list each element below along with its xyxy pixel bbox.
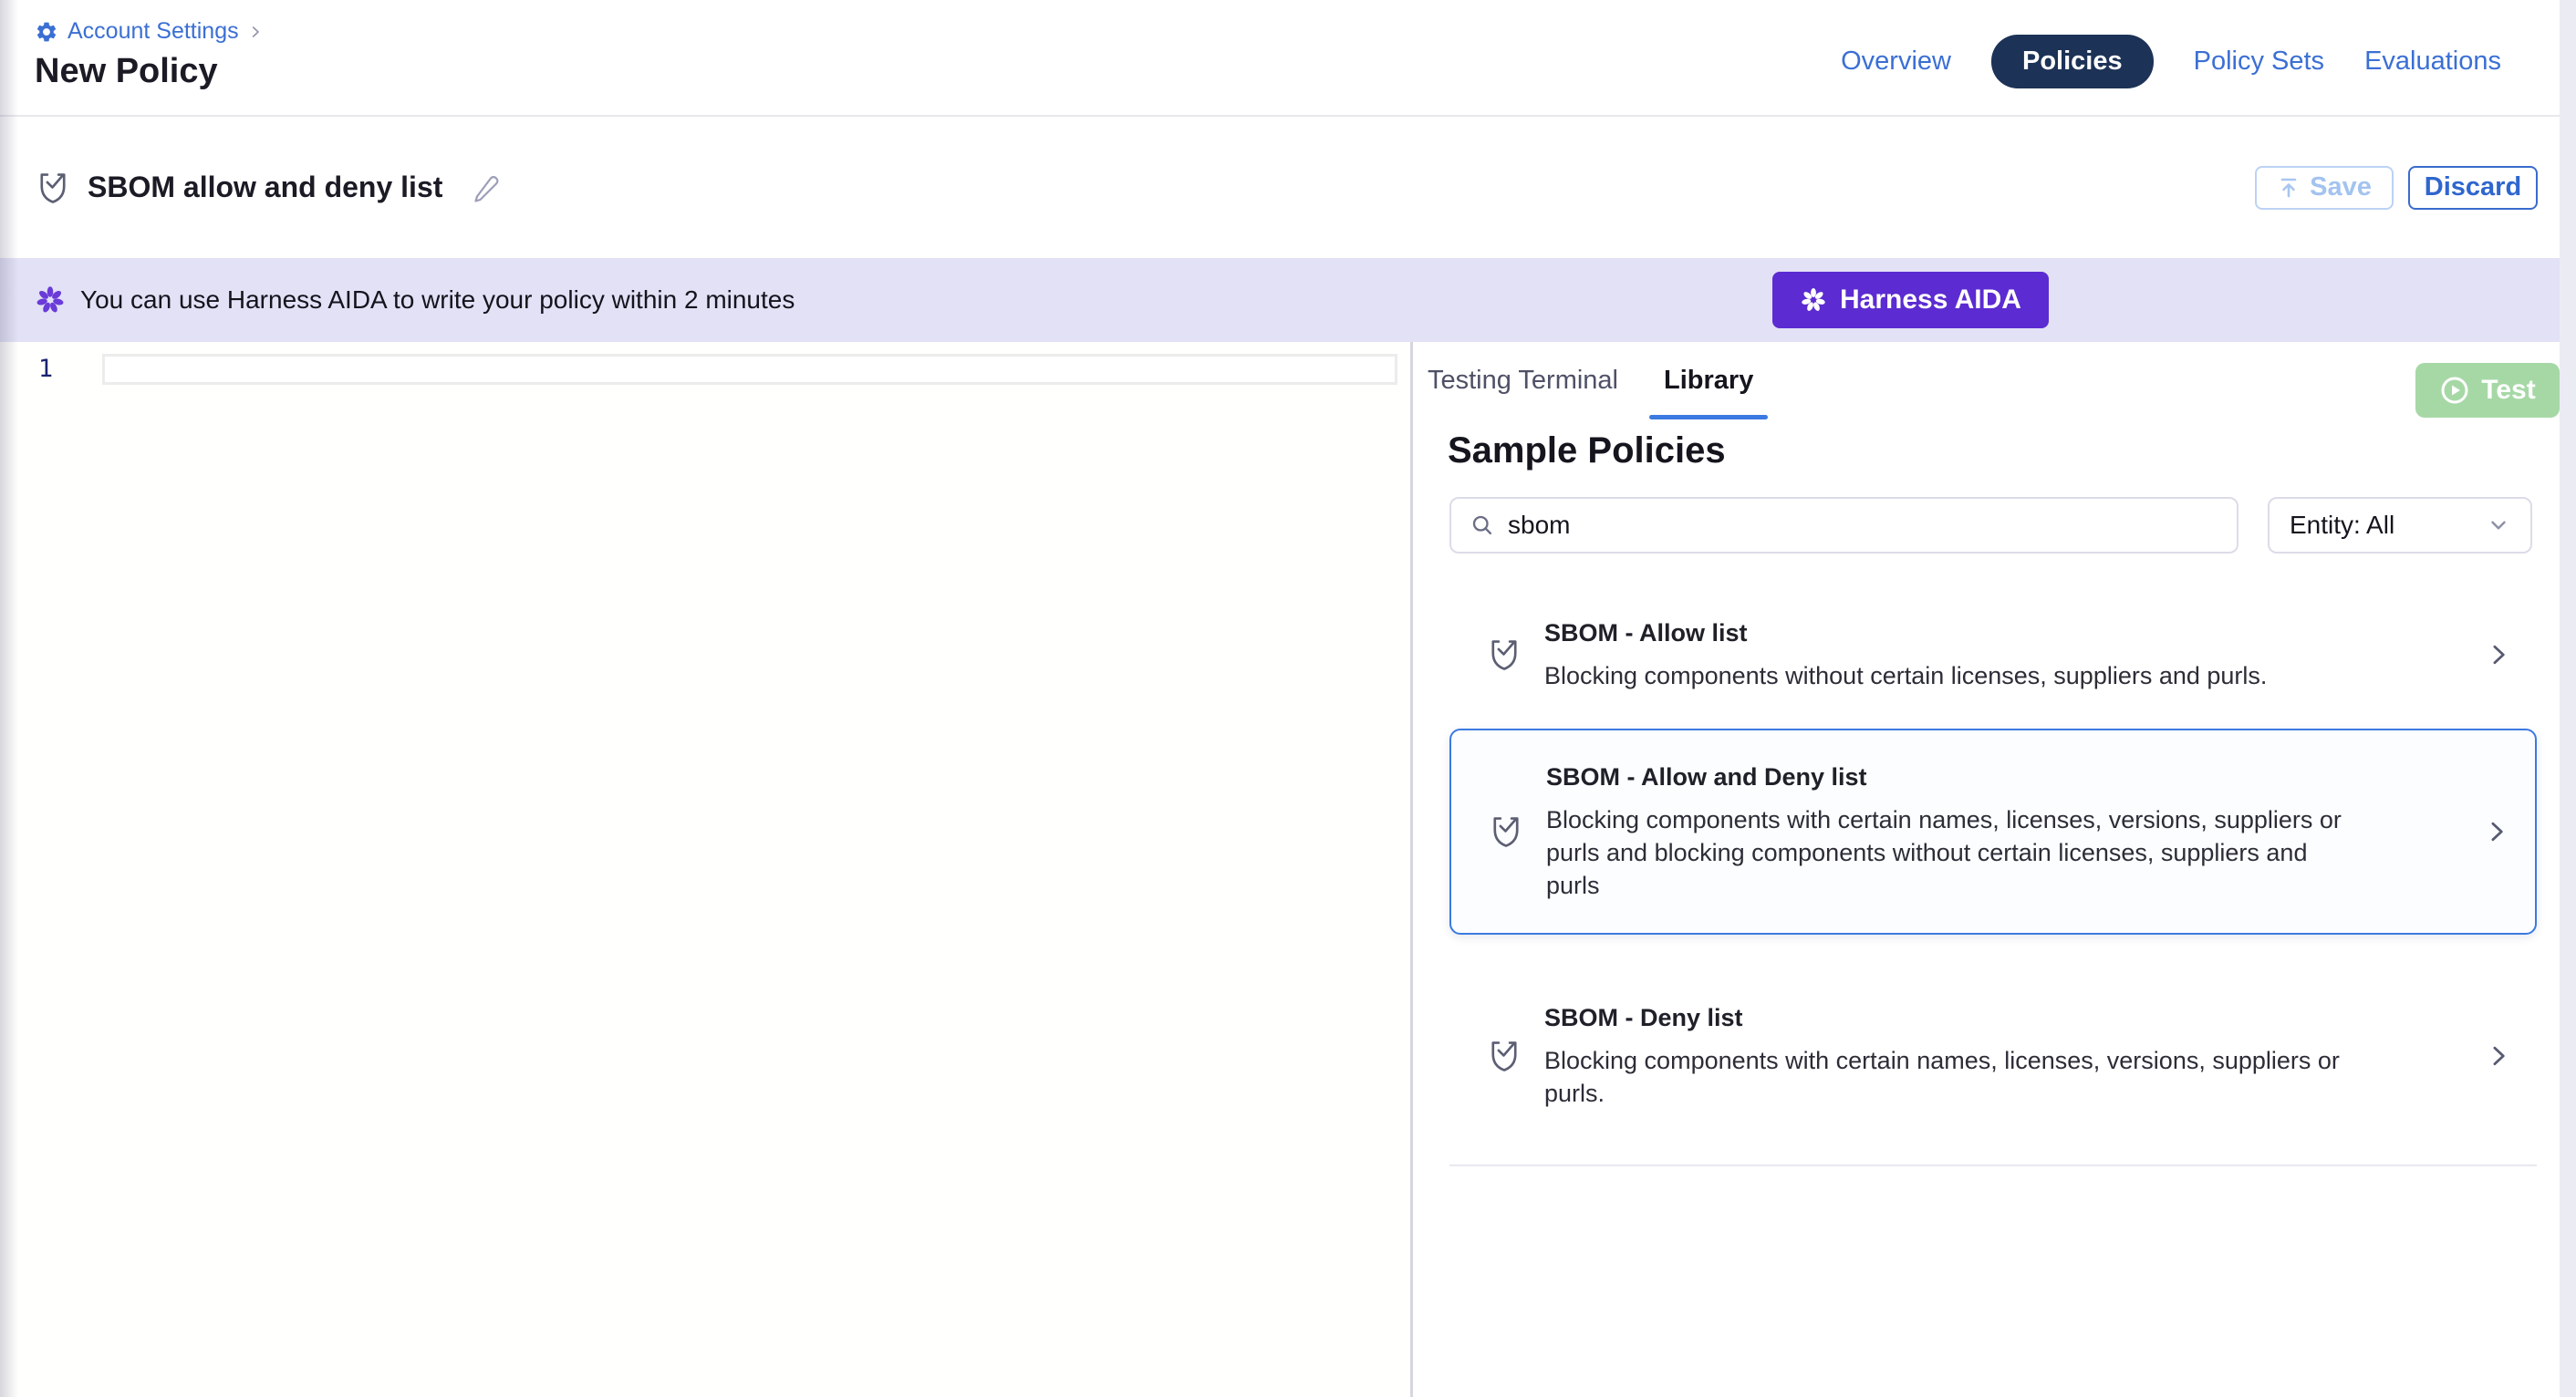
- policy-card-title: SBOM - Deny list: [1544, 1002, 2460, 1033]
- chevron-right-icon[interactable]: [2484, 819, 2509, 844]
- breadcrumb-chevron-icon: [248, 25, 263, 39]
- library-panel: Testing Terminal Library Test Sample Pol…: [1410, 342, 2560, 1397]
- test-button-label: Test: [2481, 375, 2535, 406]
- harness-aida-button[interactable]: Harness AIDA: [1772, 272, 2049, 328]
- discard-button[interactable]: Discard: [2408, 166, 2538, 210]
- policy-card-text: SBOM - Allow and Deny list Blocking comp…: [1546, 761, 2458, 902]
- policy-bar-actions: Save Discard: [2255, 166, 2538, 210]
- page-header: Account Settings New Policy Overview Pol…: [0, 0, 2576, 117]
- play-circle-icon: [2439, 375, 2470, 406]
- card-list-divider: [1449, 1164, 2537, 1166]
- nav-item-evaluations[interactable]: Evaluations: [2364, 47, 2501, 77]
- nav-item-policy-sets[interactable]: Policy Sets: [2194, 47, 2324, 77]
- top-nav: Overview Policies Policy Sets Evaluation…: [1841, 35, 2501, 88]
- chevron-right-icon[interactable]: [2486, 642, 2511, 667]
- policy-card-text: SBOM - Allow list Blocking components wi…: [1544, 617, 2460, 692]
- entity-filter-select[interactable]: Entity: All: [2268, 497, 2532, 554]
- shield-check-icon: [35, 170, 71, 206]
- discard-label: Discard: [2425, 172, 2521, 202]
- policy-card-title: SBOM - Allow list: [1544, 617, 2460, 648]
- page-scrollbar[interactable]: [2560, 0, 2576, 1397]
- main-split: 1 Testing Terminal Library Test Sample P…: [0, 342, 2560, 1397]
- aida-flower-icon: [1800, 286, 1827, 314]
- aida-button-label: Harness AIDA: [1840, 285, 2021, 316]
- policy-card-sbom-allow-and-deny-list[interactable]: SBOM - Allow and Deny list Blocking comp…: [1449, 729, 2537, 935]
- current-line-highlight: [102, 354, 1397, 385]
- policy-card-sbom-allow-list[interactable]: SBOM - Allow list Blocking components wi…: [1449, 590, 2537, 719]
- edit-name-button[interactable]: [470, 172, 501, 203]
- policy-card-description: Blocking components with certain names, …: [1546, 803, 2349, 902]
- aida-banner-message: You can use Harness AIDA to write your p…: [80, 285, 795, 315]
- test-button[interactable]: Test: [2415, 363, 2560, 418]
- search-input[interactable]: [1508, 511, 2218, 540]
- nav-item-overview[interactable]: Overview: [1841, 47, 1951, 77]
- search-box: [1449, 497, 2238, 554]
- gear-icon[interactable]: [35, 20, 58, 44]
- shield-check-icon: [1449, 636, 1544, 673]
- chevron-down-icon: [2487, 513, 2510, 537]
- save-label: Save: [2310, 172, 2372, 202]
- policy-card-description: Blocking components with certain names, …: [1544, 1044, 2347, 1110]
- breadcrumb-link-account-settings[interactable]: Account Settings: [68, 18, 239, 45]
- aida-flower-icon: [35, 285, 66, 316]
- filter-row: Entity: All: [1449, 497, 2532, 554]
- policy-name: SBOM allow and deny list: [88, 171, 442, 204]
- line-number: 1: [0, 356, 91, 383]
- policy-card-description: Blocking components without certain lice…: [1544, 659, 2347, 692]
- nav-item-policies[interactable]: Policies: [1991, 35, 2154, 88]
- upload-arrow-icon: [2277, 176, 2301, 200]
- policy-bar: SBOM allow and deny list Save Discard: [0, 117, 2576, 258]
- shield-check-icon: [1451, 813, 1546, 850]
- sample-policies-heading: Sample Policies: [1448, 430, 2560, 471]
- policy-code-editor[interactable]: 1: [0, 342, 1410, 1397]
- chevron-right-icon[interactable]: [2486, 1043, 2511, 1069]
- save-button[interactable]: Save: [2255, 166, 2394, 210]
- shield-check-icon: [1449, 1038, 1544, 1074]
- entity-filter-value: Entity: All: [2290, 511, 2394, 540]
- tab-testing-terminal[interactable]: Testing Terminal: [1428, 366, 1618, 419]
- policy-card-text: SBOM - Deny list Blocking components wit…: [1544, 1002, 2460, 1110]
- panel-tabs: Testing Terminal Library: [1413, 366, 2560, 419]
- tab-library[interactable]: Library: [1664, 366, 1753, 419]
- policy-card-title: SBOM - Allow and Deny list: [1546, 761, 2458, 792]
- search-icon: [1470, 512, 1495, 538]
- aida-banner: You can use Harness AIDA to write your p…: [0, 258, 2576, 342]
- pencil-icon: [470, 172, 501, 203]
- policy-card-list: SBOM - Allow list Blocking components wi…: [1449, 590, 2537, 1166]
- policy-card-sbom-deny-list[interactable]: SBOM - Deny list Blocking components wit…: [1449, 975, 2537, 1137]
